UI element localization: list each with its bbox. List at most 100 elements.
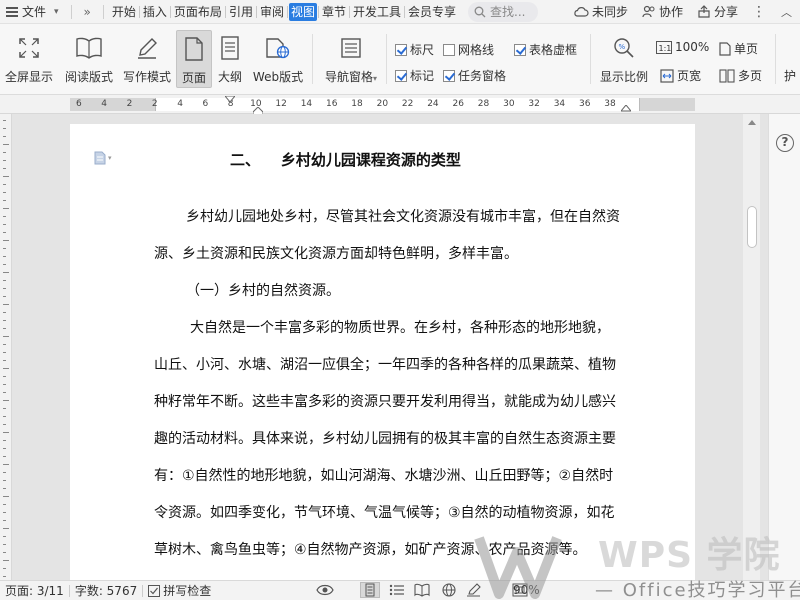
vertical-ruler-tick <box>3 432 9 433</box>
nav-pane-button[interactable]: 导航窗格▾ <box>320 30 382 88</box>
more-options-button[interactable]: ⋮ <box>752 4 767 20</box>
vertical-ruler-tick <box>3 384 6 385</box>
right-indent-marker[interactable] <box>621 105 631 113</box>
ruler-checkbox[interactable]: 标尺 <box>395 41 434 58</box>
ribbon-divider <box>312 34 313 84</box>
share-button[interactable]: 分享 <box>697 3 738 20</box>
vertical-ruler-tick <box>3 528 9 529</box>
vertical-ruler-tick <box>3 160 6 161</box>
zoom-100-label: 100% <box>675 40 710 54</box>
more-tabs-button[interactable]: » <box>78 5 97 19</box>
nav-pane-icon <box>341 38 361 58</box>
outline-view-status-icon[interactable] <box>389 583 405 597</box>
sync-status-button[interactable]: 未同步 <box>573 3 628 20</box>
document-page[interactable]: ▾ 二、 乡村幼儿园课程资源的类型 乡村幼儿园地处乡村，尽管其社会文化资源没有城… <box>70 124 695 580</box>
tab-divider <box>317 5 319 18</box>
ruler-tick-label: 12 <box>275 99 287 109</box>
reading-mode-button[interactable]: 阅读版式 <box>60 30 118 88</box>
vertical-ruler-tick <box>3 232 6 233</box>
marks-checkbox[interactable]: 标记 <box>395 67 434 84</box>
first-line-indent-marker[interactable] <box>225 96 235 104</box>
vertical-ruler-tick <box>3 536 6 537</box>
book-icon <box>76 37 102 59</box>
tab-view[interactable]: 视图 <box>288 2 317 21</box>
page-icon <box>185 37 203 61</box>
vertical-ruler-tick <box>3 128 6 129</box>
tab-review[interactable]: 审阅 <box>258 3 286 21</box>
vertical-ruler[interactable] <box>0 114 12 580</box>
tab-member[interactable]: 会员专享 <box>406 3 458 21</box>
collapse-ribbon-icon[interactable]: ︿ <box>781 4 792 20</box>
vertical-ruler-tick <box>3 256 6 257</box>
tab-references[interactable]: 引用 <box>227 3 255 21</box>
vertical-ruler-tick <box>3 208 9 209</box>
vertical-ruler-tick <box>3 224 6 225</box>
pen-status-icon[interactable] <box>466 583 482 597</box>
file-menu[interactable]: 文件 ▾ <box>0 0 65 24</box>
tab-insert[interactable]: 插入 <box>141 3 169 21</box>
ruler-tick-label: 32 <box>528 99 540 109</box>
reading-view-status-icon[interactable] <box>414 583 430 597</box>
scroll-up-icon[interactable] <box>748 120 756 125</box>
vertical-scrollbar[interactable] <box>743 114 760 580</box>
fit-page-icon[interactable] <box>512 583 528 597</box>
sync-status-label: 未同步 <box>591 5 628 19</box>
ruler-check-icon <box>395 43 407 56</box>
horizontal-ruler[interactable]: 6 4 2 2 4 6 8 10 12 14 16 18 20 22 24 26 28 30 32 34 36 38 <box>0 95 800 116</box>
web-view-button[interactable]: Web版式 <box>250 30 306 88</box>
paragraph-menu-button[interactable]: ▾ <box>94 151 112 165</box>
page-view-label: 页面 <box>181 71 206 85</box>
writing-mode-button[interactable]: 写作模式 <box>120 30 174 88</box>
tab-section[interactable]: 章节 <box>320 3 348 21</box>
help-icon[interactable]: ? <box>776 134 794 152</box>
page-counter[interactable]: 页面: 3/11 <box>0 582 69 599</box>
gridlines-checkbox[interactable]: 网格线 <box>443 41 494 58</box>
tab-divider <box>169 5 171 18</box>
globe-icon[interactable] <box>441 583 457 597</box>
outline-view-button[interactable]: 大纲 <box>214 30 246 88</box>
eye-icon[interactable] <box>316 583 334 597</box>
vertical-ruler-tick <box>3 504 6 505</box>
zoom-ratio-button[interactable]: % 显示比例 <box>596 30 652 88</box>
tab-divider <box>224 5 226 18</box>
cloud-icon <box>574 6 589 17</box>
zoom-100-button[interactable]: 1:1 100% <box>656 40 709 54</box>
subheading: （一）乡村的自然资源。 <box>186 283 340 299</box>
vertical-ruler-tick <box>3 464 9 465</box>
tab-developer[interactable]: 开发工具 <box>351 3 403 21</box>
ruler-tick-label: 30 <box>503 99 515 109</box>
fullscreen-button[interactable]: 全屏显示 <box>2 30 56 88</box>
zoom-ratio-label: 显示比例 <box>599 70 648 84</box>
page-view-status-icon[interactable] <box>360 582 380 598</box>
task-pane-checkbox[interactable]: 任务窗格 <box>443 67 506 84</box>
collaborate-button[interactable]: 协作 <box>642 3 683 20</box>
reading-mode-label: 阅读版式 <box>64 70 113 84</box>
spellcheck-label: 拼写检查 <box>163 584 212 598</box>
paragraph-line: 大自然是一个丰富多彩的物质世界。在乡村，各种形态的地形地貌， <box>190 320 610 336</box>
vertical-ruler-tick <box>3 400 9 401</box>
word-count[interactable]: 字数: 5767 <box>70 582 142 599</box>
vertical-ruler-tick <box>3 216 6 217</box>
document-area[interactable]: ▾ 二、 乡村幼儿园课程资源的类型 乡村幼儿园地处乡村，尽管其社会文化资源没有城… <box>12 114 760 580</box>
single-page-label: 单页 <box>734 42 759 56</box>
vertical-ruler-tick <box>3 520 6 521</box>
protect-button[interactable]: 护 <box>784 67 796 84</box>
ruler-tick-label: 38 <box>604 99 616 109</box>
page-width-button[interactable]: 页宽 <box>660 67 701 84</box>
spellcheck-toggle[interactable]: 拼写检查 <box>143 582 216 599</box>
ruler-tick-label: 24 <box>427 99 439 109</box>
multi-page-button[interactable]: 多页 <box>719 67 762 84</box>
tab-page-layout[interactable]: 页面布局 <box>172 3 224 21</box>
table-gridlines-checkbox[interactable]: 表格虚框 <box>514 41 577 58</box>
pen-icon <box>138 38 157 59</box>
single-page-button[interactable]: 单页 <box>719 40 758 57</box>
search-input[interactable]: 查找... <box>468 1 539 22</box>
vertical-ruler-tick <box>3 288 6 289</box>
vertical-ruler-tick <box>3 280 6 281</box>
vertical-ruler-tick <box>3 144 9 145</box>
vertical-ruler-tick <box>3 192 6 193</box>
page-view-button[interactable]: 页面 <box>176 30 212 88</box>
svg-text:1:1: 1:1 <box>659 44 672 53</box>
tab-home[interactable]: 开始 <box>110 3 138 21</box>
scrollbar-thumb[interactable] <box>747 206 757 248</box>
